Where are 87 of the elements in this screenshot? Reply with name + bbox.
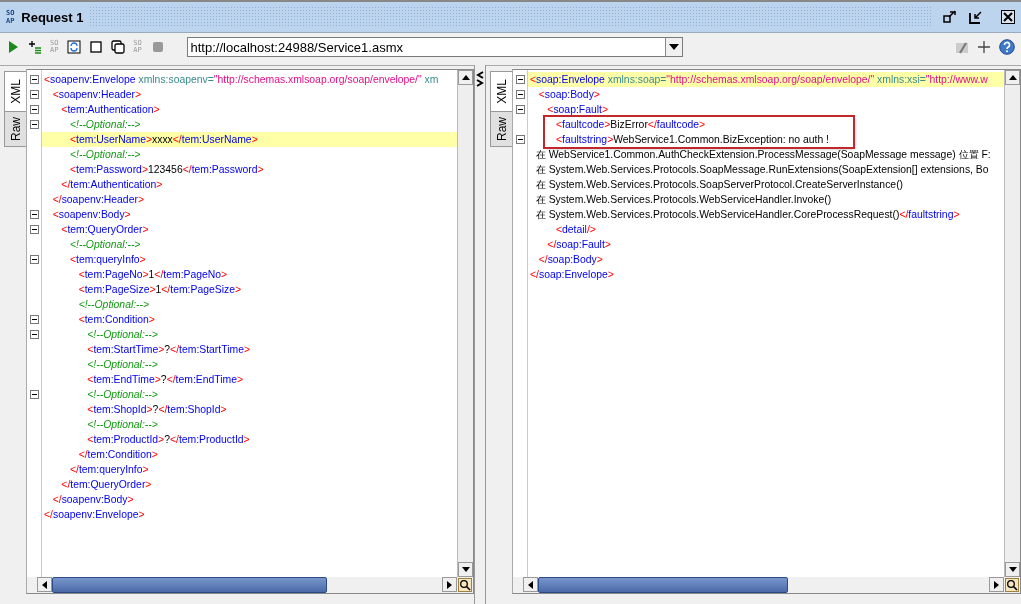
up-arrow-icon[interactable] xyxy=(1008,75,1017,80)
right-arrow-icon[interactable] xyxy=(447,580,452,589)
view-tab[interactable]: Raw xyxy=(490,110,512,147)
horizontal-scrollbar[interactable] xyxy=(37,577,457,593)
vertical-scrollbar[interactable] xyxy=(457,70,473,577)
collapse-icon[interactable] xyxy=(29,75,39,84)
code-line: <!--Optional:--> xyxy=(68,238,142,252)
undock-icon[interactable] xyxy=(969,10,983,24)
collapse-icon[interactable] xyxy=(29,225,39,234)
code-line: <!--Optional:--> xyxy=(86,388,159,402)
code-line: </soapenv:Header> xyxy=(51,193,145,207)
code-line: <tem:PageNo>1</tem:PageNo> xyxy=(77,268,229,282)
view-tab[interactable]: Raw xyxy=(4,110,26,147)
code-line: <!--Optional:--> xyxy=(86,418,159,432)
code-line: 在 WebService1.Common.AuthCheckExtension.ProcessMessage(SoapMessage message) 位置 F: xyxy=(534,148,992,162)
collapse-icon[interactable] xyxy=(515,90,525,99)
vertical-scrollbar[interactable] xyxy=(1004,70,1020,577)
collapse-icon[interactable] xyxy=(29,315,39,324)
code-line: <!--Optional:--> xyxy=(86,358,159,372)
collapse-icon[interactable] xyxy=(29,255,39,264)
code-line: <tem:Condition> xyxy=(77,313,156,327)
view-tab[interactable]: XML xyxy=(4,71,26,112)
code-line: <tem:StartTime>?</tem:StartTime> xyxy=(86,343,251,357)
tool-icon[interactable] xyxy=(955,40,969,54)
code-line: </soapenv:Envelope> xyxy=(43,508,146,522)
right-arrow-icon[interactable] xyxy=(994,580,999,589)
code-line: <tem:ProductId>?</tem:ProductId> xyxy=(86,433,251,447)
help-icon[interactable] xyxy=(999,39,1015,55)
left-arrow-icon[interactable] xyxy=(528,580,533,589)
code-line: </soap:Body> xyxy=(537,253,604,267)
code-line: <soapenv:Envelope xmlns:soapenv="http://schemas.xmlsoap.org/soap/envelope/" xm xyxy=(43,73,440,87)
code-line: </soap:Fault> xyxy=(546,238,612,252)
code-line: <tem:QueryOrder> xyxy=(60,223,150,237)
collapse-arrows-icon[interactable] xyxy=(476,71,484,87)
code-line: <tem:PageSize>1</tem:PageSize> xyxy=(77,283,243,297)
collapse-icon[interactable] xyxy=(29,210,39,219)
search-icon[interactable] xyxy=(1005,578,1019,592)
copy-icon[interactable] xyxy=(111,40,126,54)
code-line: <tem:EndTime>?</tem:EndTime> xyxy=(86,373,245,387)
collapse-icon[interactable] xyxy=(29,120,39,129)
code-line: </tem:QueryOrder> xyxy=(60,478,153,492)
collapse-icon[interactable] xyxy=(515,75,525,84)
code-line: 在 System.Web.Services.Protocols.SoapMessage.RunExtensions(SoapExtension[] extensions, Bo xyxy=(534,163,990,177)
down-arrow-icon[interactable] xyxy=(1008,567,1017,572)
code-line: <tem:queryInfo> xyxy=(68,253,147,267)
collapse-icon[interactable] xyxy=(515,135,525,144)
code-line: <soapenv:Header> xyxy=(51,88,143,102)
collapse-icon[interactable] xyxy=(515,105,525,114)
code-line: <soap:Body> xyxy=(537,88,601,102)
code-line: <tem:ShopId>?</tem:ShopId> xyxy=(86,403,228,417)
code-line: <faultstring>WebService1.Common.BizException: no auth ! xyxy=(554,133,829,147)
collapse-icon[interactable] xyxy=(29,105,39,114)
code-line: <soap:Fault> xyxy=(546,103,609,117)
code-line: <tem:Password>123456</tem:Password> xyxy=(68,163,265,177)
code-line: <tem:Authentication> xyxy=(60,103,161,117)
add-step-icon[interactable] xyxy=(28,40,42,54)
refresh-icon[interactable] xyxy=(67,40,82,54)
window-title: Request 1 xyxy=(21,9,84,25)
code-line: <detail/> xyxy=(554,223,597,237)
view-tab[interactable]: XML xyxy=(490,71,512,112)
square-icon[interactable] xyxy=(89,40,104,54)
plus-icon[interactable] xyxy=(977,40,991,54)
code-line: <soapenv:Body> xyxy=(51,208,132,222)
run-icon[interactable] xyxy=(6,40,20,54)
undock-icon[interactable] xyxy=(943,10,957,24)
code-line: </soap:Envelope> xyxy=(529,268,615,282)
collapse-icon[interactable] xyxy=(29,330,39,339)
horizontal-scrollbar[interactable] xyxy=(523,577,1004,593)
search-icon[interactable] xyxy=(458,578,472,592)
code-line: </soapenv:Body> xyxy=(51,493,135,507)
code-line: <faultcode>BizError</faultcode> xyxy=(554,118,707,132)
code-line: 在 System.Web.Services.Protocols.SoapServerProtocol.CreateServerInstance() xyxy=(534,178,905,192)
collapse-icon[interactable] xyxy=(29,90,39,99)
code-line: <!--Optional:--> xyxy=(68,118,142,132)
code-line: </tem:queryInfo> xyxy=(68,463,150,477)
code-line: </tem:Condition> xyxy=(77,448,159,462)
code-line: </tem:Authentication> xyxy=(60,178,164,192)
close-icon[interactable] xyxy=(1001,10,1015,24)
code-line: <!--Optional:--> xyxy=(86,328,159,342)
collapse-icon[interactable] xyxy=(29,390,39,399)
code-line: <!--Optional:--> xyxy=(68,148,142,162)
code-line: 在 System.Web.Services.Protocols.WebServiceHandler.CoreProcessRequest()</faultstring> xyxy=(534,208,961,222)
code-line: 在 System.Web.Services.Protocols.WebServiceHandler.Invoke() xyxy=(534,193,833,207)
up-arrow-icon[interactable] xyxy=(461,75,470,80)
left-arrow-icon[interactable] xyxy=(42,580,47,589)
code-line: <!--Optional:--> xyxy=(77,298,151,312)
down-arrow-icon[interactable] xyxy=(461,567,470,572)
